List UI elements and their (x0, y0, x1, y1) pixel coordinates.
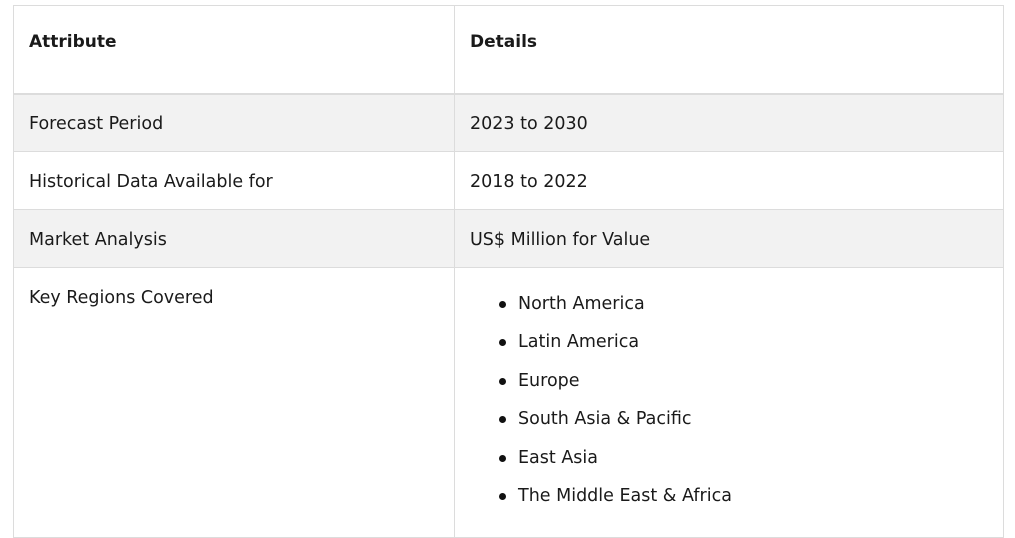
list-item: East Asia (499, 446, 988, 484)
list-item: North America (499, 292, 988, 330)
bullet-icon (499, 492, 506, 500)
regions-list: North America Latin America Europe South… (470, 292, 988, 522)
details-cell: 2018 to 2022 (454, 151, 1004, 210)
region-label: East Asia (518, 447, 598, 468)
attribute-cell: Market Analysis (13, 209, 455, 268)
region-label: North America (518, 294, 645, 314)
region-label: The Middle East & Africa (518, 485, 732, 506)
list-item: Europe (499, 369, 988, 407)
report-attributes-table: Attribute Details Forecast Period 2023 t… (13, 5, 1004, 538)
bullet-icon (499, 377, 506, 385)
table-row: Market Analysis US$ Million for Value (13, 209, 1004, 268)
region-label: Latin America (518, 332, 640, 353)
table-header-row: Attribute Details (13, 5, 1004, 95)
bullet-icon (499, 301, 506, 308)
table-row: Historical Data Available for 2018 to 20… (13, 151, 1004, 210)
column-header-details: Details (454, 5, 1004, 95)
column-header-attribute: Attribute (13, 5, 455, 95)
table-row: Forecast Period 2023 to 2030 (13, 93, 1004, 152)
list-item: The Middle East & Africa (499, 484, 988, 522)
region-label: Europe (518, 370, 580, 391)
region-label: South Asia & Pacific (518, 409, 692, 430)
list-item: South Asia & Pacific (499, 407, 988, 445)
bullet-icon (499, 454, 506, 462)
table-row: Key Regions Covered North America Latin … (13, 267, 1004, 538)
list-item: Latin America (499, 330, 988, 368)
details-cell: 2023 to 2030 (454, 93, 1004, 152)
details-cell: US$ Million for Value (454, 209, 1004, 268)
attribute-cell: Key Regions Covered (13, 267, 455, 538)
attribute-cell: Forecast Period (13, 93, 455, 152)
bullet-icon (499, 416, 506, 424)
details-cell: North America Latin America Europe South… (454, 267, 1004, 538)
report-attributes-table-container: Attribute Details Forecast Period 2023 t… (13, 5, 1004, 538)
bullet-icon (499, 339, 506, 347)
attribute-cell: Historical Data Available for (13, 151, 455, 210)
